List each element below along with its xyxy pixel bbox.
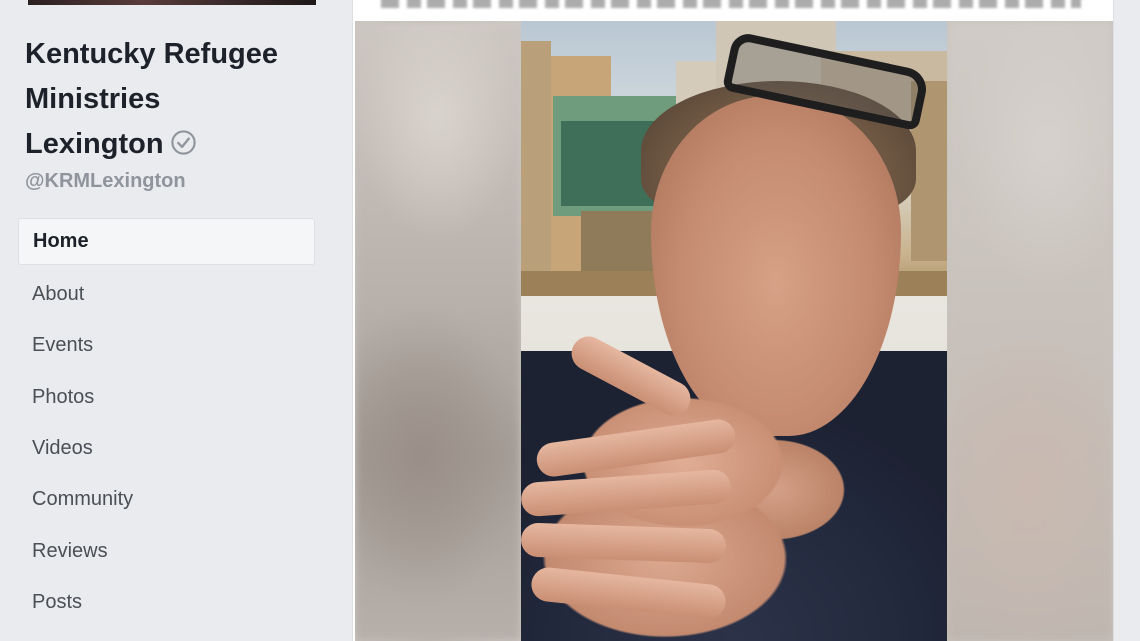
post-card — [352, 0, 1114, 641]
nav-item-events[interactable]: Events — [18, 320, 315, 371]
page-title-line: Ministries — [25, 83, 161, 115]
nav-item-posts[interactable]: Posts — [18, 577, 315, 628]
nav-item-photos[interactable]: Photos — [18, 372, 315, 423]
page-sidebar: Kentucky Refugee Ministries Lexington @K… — [0, 0, 334, 641]
page-title-line: Lexington — [25, 122, 325, 167]
nav-item-reviews[interactable]: Reviews — [18, 525, 315, 576]
nav-item-home[interactable]: Home — [18, 218, 315, 265]
post-text-cutoff — [381, 0, 1081, 8]
nav-item-community[interactable]: Community — [18, 474, 315, 525]
video-blur-right — [947, 21, 1113, 641]
page-handle[interactable]: @KRMLexington — [25, 170, 186, 193]
finger — [521, 522, 727, 564]
post-video[interactable] — [355, 21, 1113, 641]
video-frame — [521, 21, 947, 641]
nav-item-videos[interactable]: Videos — [18, 423, 315, 474]
verified-check-icon — [170, 125, 197, 155]
video-blur-left — [355, 21, 521, 641]
page-title-line-text: Lexington — [25, 128, 164, 160]
nav-item-about[interactable]: About — [18, 269, 315, 320]
page-title-line: Kentucky Refugee — [25, 38, 279, 70]
cover-photo[interactable] — [28, 0, 316, 5]
page-title[interactable]: Kentucky Refugee Ministries Lexington — [25, 32, 325, 167]
page-nav: Home About Events Photos Videos Communit… — [18, 218, 315, 628]
